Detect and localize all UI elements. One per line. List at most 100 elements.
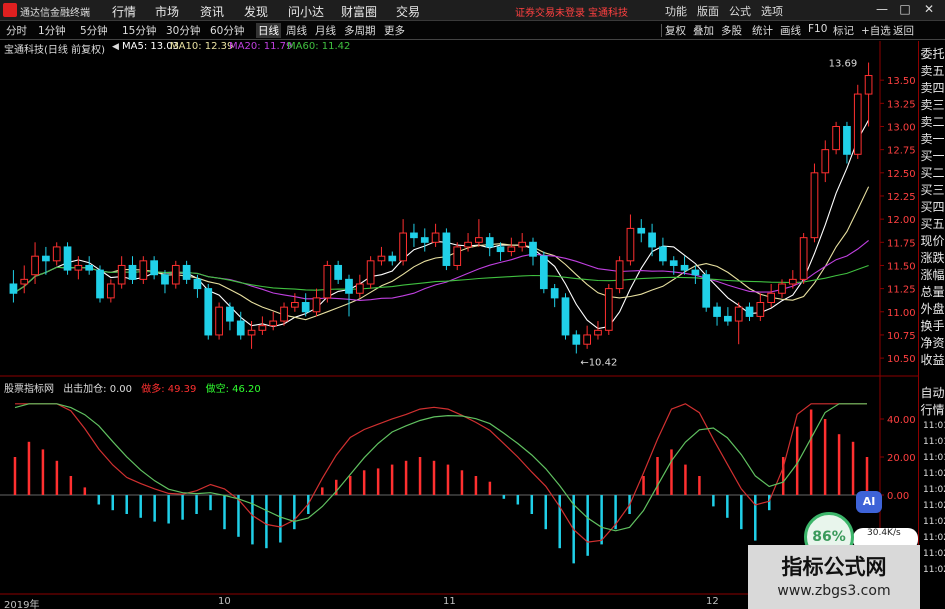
app-window: 通达信金融终端 行情 市场 资讯 发现 问小达 财富圈 交易 证券交易未登录 宝… xyxy=(0,0,945,609)
watermark-title: 指标公式网 xyxy=(781,555,887,579)
candle-body xyxy=(832,125,840,151)
candle-body xyxy=(475,237,483,243)
sidebar-item-13[interactable]: 涨幅 xyxy=(919,268,945,283)
candle-body xyxy=(713,306,721,317)
candle-body xyxy=(843,125,851,155)
candle-body xyxy=(615,260,624,290)
candle-body xyxy=(550,288,559,299)
sidebar-item-17[interactable]: 净资 xyxy=(919,336,945,351)
sidebar-time: 11:02 xyxy=(923,469,945,479)
price-tick-label: 12.50 xyxy=(887,169,916,180)
bear-label: 做空: 46.20 xyxy=(205,384,261,395)
price-tick-label: 13.00 xyxy=(887,122,916,133)
candle-body xyxy=(626,227,635,262)
ai-button[interactable]: AI xyxy=(856,491,882,513)
candle-body xyxy=(52,246,61,262)
candle-body xyxy=(31,255,39,276)
sidebar-item-10[interactable]: 买五 xyxy=(919,217,945,232)
candle-body xyxy=(724,315,732,322)
sidebar-item-8[interactable]: 买三 xyxy=(919,183,945,198)
candle-body xyxy=(821,149,830,174)
candle-body xyxy=(485,237,494,248)
sidebar-auto-label[interactable]: 自动 xyxy=(919,386,945,401)
candle-body xyxy=(659,246,667,262)
sidebar-item-14[interactable]: 总量 xyxy=(919,285,945,300)
candle-body xyxy=(20,278,29,285)
ma10-line xyxy=(13,186,870,321)
date-label-nov: 11 xyxy=(443,596,456,607)
candle-body xyxy=(334,264,343,280)
price-tick-label: 13.50 xyxy=(887,76,916,87)
price-tick-label: 12.00 xyxy=(887,215,916,226)
close-button[interactable]: ✕ xyxy=(920,2,938,16)
sidebar-time: 11:02 xyxy=(923,549,945,559)
indicator-info-bar: 股票指标网 出击加仓: 0.00 做多: 49.39 做空: 46.20 xyxy=(4,380,261,395)
sidebar-item-5[interactable]: 卖一 xyxy=(919,132,945,147)
indicator-formula: 出击加仓: 0.00 xyxy=(63,384,133,395)
price-tick-label: 11.75 xyxy=(887,238,916,249)
candle-body xyxy=(345,278,353,294)
candle-body xyxy=(453,246,462,266)
indicator-name: 股票指标网 xyxy=(4,384,54,395)
quote-sidebar: 委托卖五卖四卖三卖二卖一买一买二买三买四买五现价涨跌涨幅总量外盘换手净资收益自动… xyxy=(918,41,945,609)
price-tick-label: 11.50 xyxy=(887,261,916,272)
candle-body xyxy=(215,306,223,336)
candle-body xyxy=(788,278,797,285)
sidebar-item-7[interactable]: 买二 xyxy=(919,166,945,181)
price-tick-label: 10.50 xyxy=(887,354,916,365)
kline-chart[interactable]: 13.50 13.25 13.00 12.75 12.50 12.25 12.00 11.75… xyxy=(0,0,918,609)
candle-body xyxy=(236,320,245,336)
sidebar-item-12[interactable]: 涨跌 xyxy=(919,251,945,266)
candle-body xyxy=(182,264,191,280)
candle-body xyxy=(496,246,505,253)
sidebar-quote-label[interactable]: 行情 xyxy=(919,403,945,418)
price-tick-label: 11.25 xyxy=(887,285,916,296)
candle-body xyxy=(810,172,819,239)
sidebar-item-1[interactable]: 卖五 xyxy=(919,64,945,79)
candle-body xyxy=(734,306,743,322)
sidebar-item-11[interactable]: 现价 xyxy=(919,234,945,249)
price-tick-label: 12.25 xyxy=(887,192,916,203)
candle-body xyxy=(42,255,50,262)
candle-body xyxy=(96,269,104,299)
sidebar-item-9[interactable]: 买四 xyxy=(919,200,945,215)
sidebar-time: 11:02 xyxy=(923,565,945,575)
price-tick-label: 10.75 xyxy=(887,331,916,342)
candle-body xyxy=(301,302,310,313)
candle-body xyxy=(637,227,646,234)
candle-body xyxy=(377,255,386,262)
ma5-line xyxy=(13,119,870,330)
sidebar-time: 11:01 xyxy=(923,453,945,463)
watermark-url: www.zbgs3.com xyxy=(777,583,891,599)
sidebar-item-2[interactable]: 卖四 xyxy=(919,81,945,96)
candle-body xyxy=(280,306,288,322)
sidebar-item-0[interactable]: 委托 xyxy=(919,47,945,62)
candle-body xyxy=(139,260,148,280)
candle-body xyxy=(399,232,407,262)
sidebar-item-15[interactable]: 外盘 xyxy=(919,302,945,317)
candle-body xyxy=(269,320,278,327)
candle-body xyxy=(9,283,18,294)
price-tick-label: 13.25 xyxy=(887,99,916,110)
candle-body xyxy=(702,274,711,308)
candle-body xyxy=(388,255,397,262)
candle-body xyxy=(106,283,115,299)
sidebar-item-3[interactable]: 卖三 xyxy=(919,98,945,113)
sidebar-item-16[interactable]: 换手 xyxy=(919,319,945,334)
ind-tick-label: 40.00 xyxy=(887,415,916,426)
candle-body xyxy=(442,232,451,266)
sidebar-item-4[interactable]: 卖二 xyxy=(919,115,945,130)
candle-body xyxy=(756,302,765,317)
candle-body xyxy=(431,232,440,243)
candle-body xyxy=(74,264,83,271)
sidebar-item-18[interactable]: 收益 xyxy=(919,353,945,368)
candle-body xyxy=(507,246,516,253)
high-price-label: 13.69 xyxy=(829,59,858,70)
sidebar-time: 11:02 xyxy=(923,501,945,511)
candle-body xyxy=(150,260,158,276)
candle-body xyxy=(518,241,527,248)
sidebar-item-6[interactable]: 买一 xyxy=(919,149,945,164)
candle-body xyxy=(539,255,548,290)
candle-body xyxy=(420,237,429,243)
candle-body xyxy=(161,274,169,285)
